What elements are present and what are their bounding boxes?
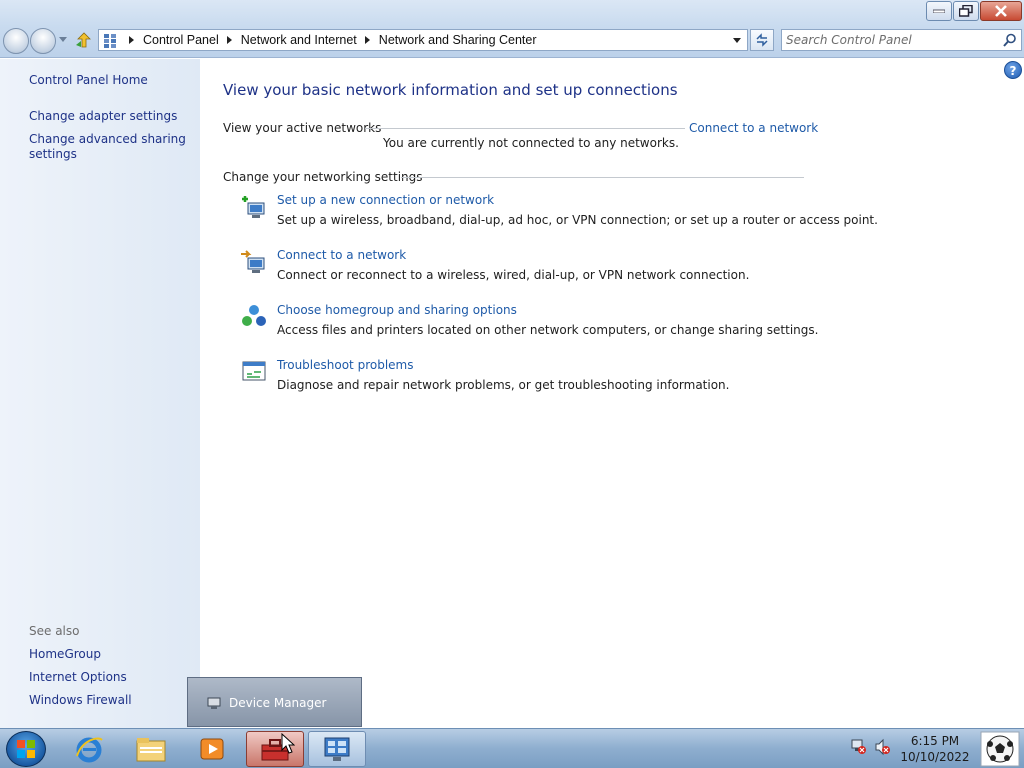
- forward-button[interactable]: [30, 28, 56, 54]
- refresh-icon: [756, 33, 768, 47]
- connection-status-text: You are currently not connected to any n…: [383, 136, 679, 150]
- close-icon: [995, 5, 1007, 17]
- divider: [401, 177, 804, 178]
- see-also-heading: See also: [29, 624, 80, 638]
- refresh-button[interactable]: [750, 29, 774, 51]
- start-button[interactable]: [6, 731, 46, 767]
- up-folder-icon[interactable]: [75, 31, 93, 49]
- search-box: [781, 29, 1022, 51]
- main-content: ? View your basic network information an…: [200, 59, 1024, 728]
- restore-button[interactable]: [953, 1, 979, 21]
- homegroup-description: Access files and printers located on oth…: [277, 323, 819, 337]
- minimize-button[interactable]: [926, 1, 952, 21]
- restore-icon: [959, 5, 973, 17]
- sidebar-item-control-panel-home[interactable]: Control Panel Home: [29, 73, 148, 88]
- active-networks-heading: View your active networks: [223, 121, 382, 135]
- system-clock[interactable]: 6:15 PM 10/10/2022: [900, 733, 970, 765]
- media-player-icon: [200, 738, 224, 760]
- breadcrumb-separator-icon[interactable]: [129, 36, 134, 44]
- taskbar-preview-device-manager[interactable]: Device Manager: [187, 677, 362, 727]
- search-icon[interactable]: [1003, 33, 1017, 47]
- close-button[interactable]: [980, 1, 1022, 21]
- back-button[interactable]: [3, 28, 29, 54]
- connect-network-icon: [241, 250, 265, 273]
- homegroup-icon: [242, 305, 266, 326]
- networking-settings-heading: Change your networking settings: [223, 170, 423, 184]
- see-also-internet-options[interactable]: Internet Options: [29, 670, 127, 685]
- homegroup-link[interactable]: Choose homegroup and sharing options: [277, 303, 517, 317]
- control-panel-icon: [104, 34, 116, 48]
- clock-date: 10/10/2022: [900, 750, 970, 764]
- device-manager-icon: [207, 697, 221, 709]
- taskbar-device-manager[interactable]: [246, 731, 304, 767]
- taskbar-media-player[interactable]: [183, 731, 241, 767]
- see-also-windows-firewall[interactable]: Windows Firewall: [29, 693, 132, 708]
- help-icon[interactable]: ?: [1004, 61, 1022, 79]
- troubleshoot-link[interactable]: Troubleshoot problems: [277, 358, 413, 372]
- divider: [365, 128, 685, 129]
- address-bar[interactable]: Control Panel Network and Internet Netwo…: [98, 29, 748, 51]
- navigation-bar: Control Panel Network and Internet Netwo…: [0, 26, 1024, 58]
- taskbar: 6:15 PM 10/10/2022: [0, 728, 1024, 768]
- task-connect-network: Connect to a network Connect or reconnec…: [240, 248, 820, 288]
- breadcrumb: Control Panel Network and Internet Netwo…: [129, 30, 537, 50]
- new-connection-icon: [242, 196, 265, 218]
- windows-logo-icon: [17, 740, 35, 758]
- breadcrumb-separator-icon[interactable]: [364, 36, 370, 44]
- sidebar-item-change-adapter-settings[interactable]: Change adapter settings: [29, 109, 177, 124]
- setup-connection-description: Set up a wireless, broadband, dial-up, a…: [277, 213, 878, 227]
- window-controls: [925, 1, 1022, 21]
- left-pane: Control Panel Home Change adapter settin…: [0, 59, 200, 728]
- breadcrumb-separator-icon[interactable]: [226, 36, 232, 44]
- task-homegroup: Choose homegroup and sharing options Acc…: [240, 303, 820, 343]
- window-titlebar: [0, 0, 1024, 26]
- preview-label: Device Manager: [229, 696, 327, 710]
- taskbar-windows-explorer[interactable]: [122, 731, 180, 767]
- internet-explorer-icon: [76, 737, 103, 763]
- breadcrumb-control-panel[interactable]: Control Panel: [143, 33, 219, 47]
- address-dropdown-button[interactable]: [727, 30, 747, 50]
- network-disconnected-icon[interactable]: [851, 739, 866, 754]
- see-also-homegroup[interactable]: HomeGroup: [29, 647, 101, 662]
- task-setup-connection: Set up a new connection or network Set u…: [240, 193, 878, 233]
- connect-network-description: Connect or reconnect to a wireless, wire…: [277, 268, 750, 282]
- control-panel-window-icon: [324, 737, 350, 761]
- folder-icon: [136, 738, 166, 762]
- page-title: View your basic network information and …: [223, 81, 678, 99]
- mouse-cursor-icon: [281, 733, 295, 754]
- setup-connection-link[interactable]: Set up a new connection or network: [277, 193, 494, 207]
- minimize-icon: [933, 9, 945, 13]
- search-input[interactable]: [786, 32, 996, 48]
- troubleshoot-icon: [242, 361, 266, 381]
- troubleshoot-description: Diagnose and repair network problems, or…: [277, 378, 730, 392]
- connect-to-network-link[interactable]: Connect to a network: [689, 121, 818, 135]
- breadcrumb-network-internet[interactable]: Network and Internet: [241, 33, 357, 47]
- user-avatar-soccer-ball-icon: [980, 731, 1020, 767]
- volume-muted-icon[interactable]: [875, 738, 890, 756]
- breadcrumb-network-sharing-center[interactable]: Network and Sharing Center: [379, 33, 537, 47]
- show-desktop-button[interactable]: [974, 729, 1024, 768]
- recent-pages-dropdown[interactable]: [59, 37, 67, 42]
- connect-network-link[interactable]: Connect to a network: [277, 248, 406, 262]
- task-troubleshoot: Troubleshoot problems Diagnose and repai…: [240, 358, 820, 398]
- taskbar-control-panel[interactable]: [308, 731, 366, 767]
- sidebar-item-change-advanced-sharing[interactable]: Change advanced sharing settings: [29, 132, 189, 162]
- taskbar-internet-explorer[interactable]: [60, 731, 118, 767]
- system-tray: [851, 738, 890, 756]
- clock-time: 6:15 PM: [910, 734, 960, 748]
